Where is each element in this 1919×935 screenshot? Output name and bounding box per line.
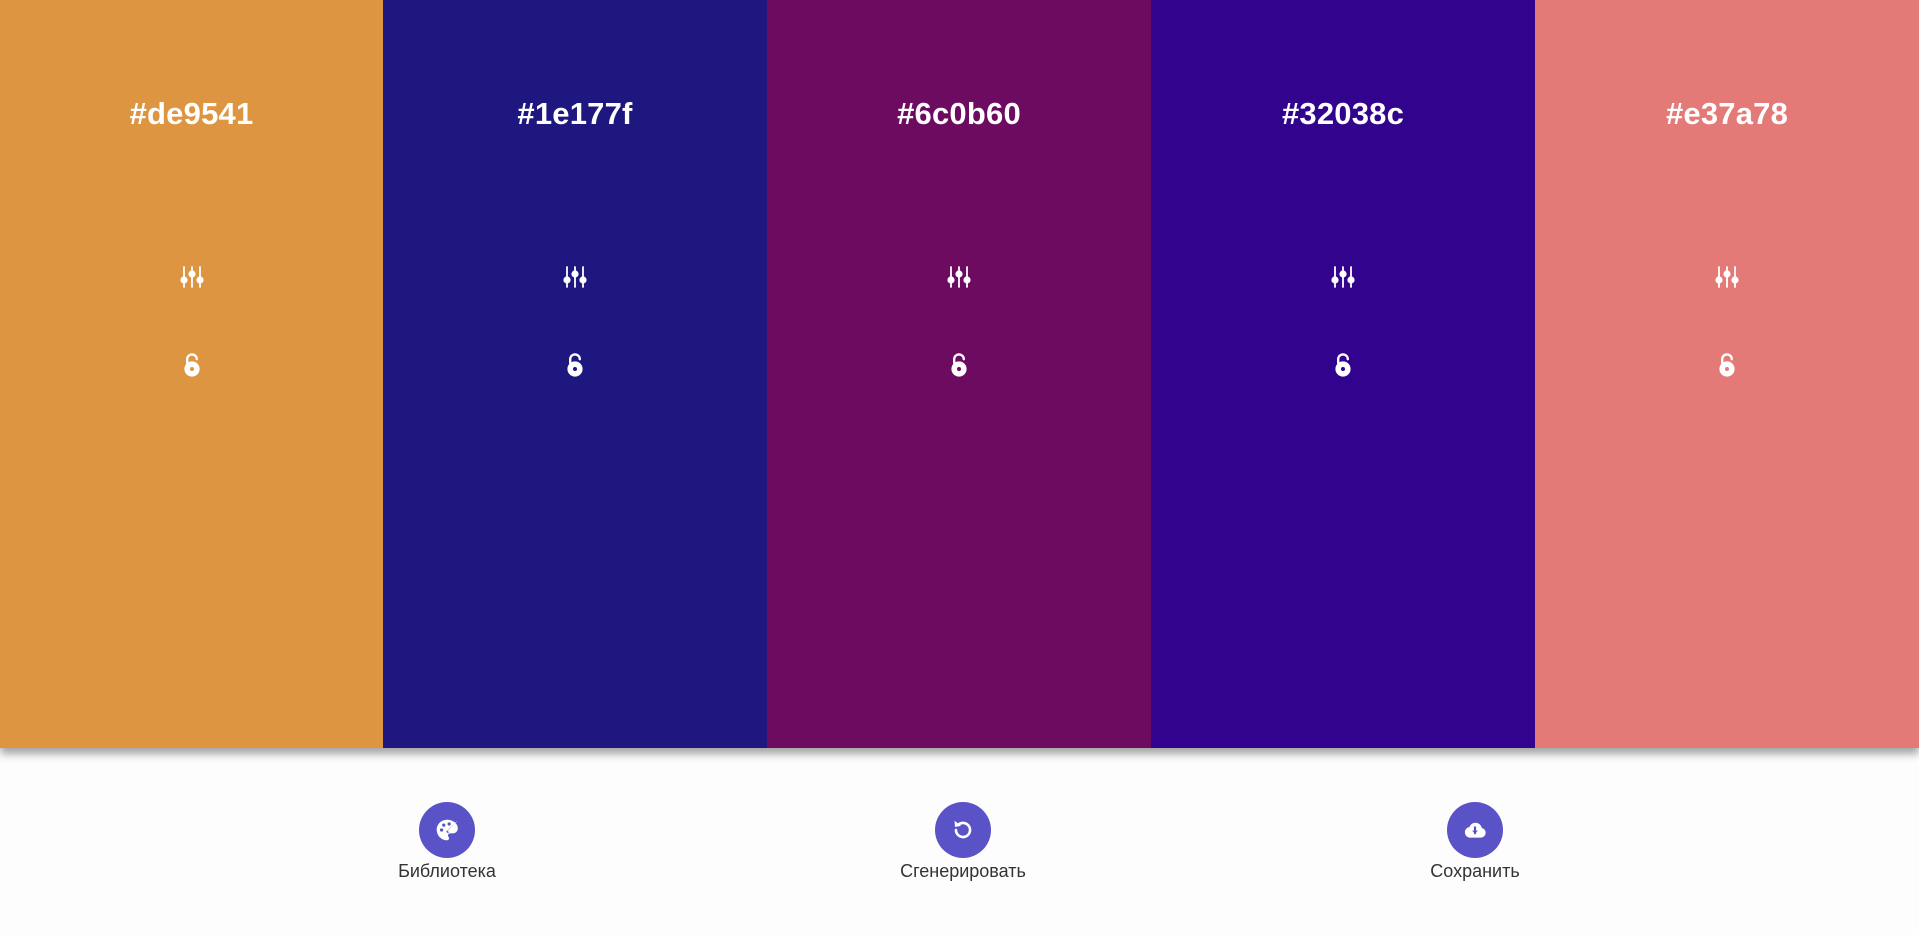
color-hex-label[interactable]: #1e177f (383, 96, 767, 132)
sliders-icon[interactable] (944, 262, 974, 292)
color-palette: #de9541 #1e177f #6c0b60 #32038c #e37a78 (0, 0, 1919, 748)
generate-button[interactable]: Сгенерировать (863, 802, 1063, 882)
cloud-download-icon[interactable] (1447, 802, 1503, 858)
unlocked-icon[interactable] (177, 350, 207, 380)
library-button-label: Библиотека (398, 861, 496, 881)
color-swatch-3[interactable]: #6c0b60 (767, 0, 1151, 748)
sliders-icon[interactable] (177, 262, 207, 292)
sliders-icon[interactable] (1712, 262, 1742, 292)
unlocked-icon[interactable] (944, 350, 974, 380)
color-swatch-1[interactable]: #de9541 (0, 0, 383, 748)
color-hex-label[interactable]: #6c0b60 (767, 96, 1151, 132)
unlocked-icon[interactable] (1712, 350, 1742, 380)
sliders-icon[interactable] (560, 262, 590, 292)
generate-button-label: Сгенерировать (900, 861, 1026, 881)
palette-icon[interactable] (419, 802, 475, 858)
library-button[interactable]: Библиотека (347, 802, 547, 882)
bottom-toolbar: Библиотека Сгенерировать Сохранить (0, 748, 1919, 935)
unlocked-icon[interactable] (1328, 350, 1358, 380)
color-swatch-2[interactable]: #1e177f (383, 0, 767, 748)
refresh-icon[interactable] (935, 802, 991, 858)
unlocked-icon[interactable] (560, 350, 590, 380)
save-button-label: Сохранить (1430, 861, 1520, 881)
color-hex-label[interactable]: #de9541 (0, 96, 383, 132)
color-swatch-5[interactable]: #e37a78 (1535, 0, 1919, 748)
color-hex-label[interactable]: #e37a78 (1535, 96, 1919, 132)
sliders-icon[interactable] (1328, 262, 1358, 292)
color-swatch-4[interactable]: #32038c (1151, 0, 1535, 748)
save-button[interactable]: Сохранить (1375, 802, 1575, 882)
color-hex-label[interactable]: #32038c (1151, 96, 1535, 132)
